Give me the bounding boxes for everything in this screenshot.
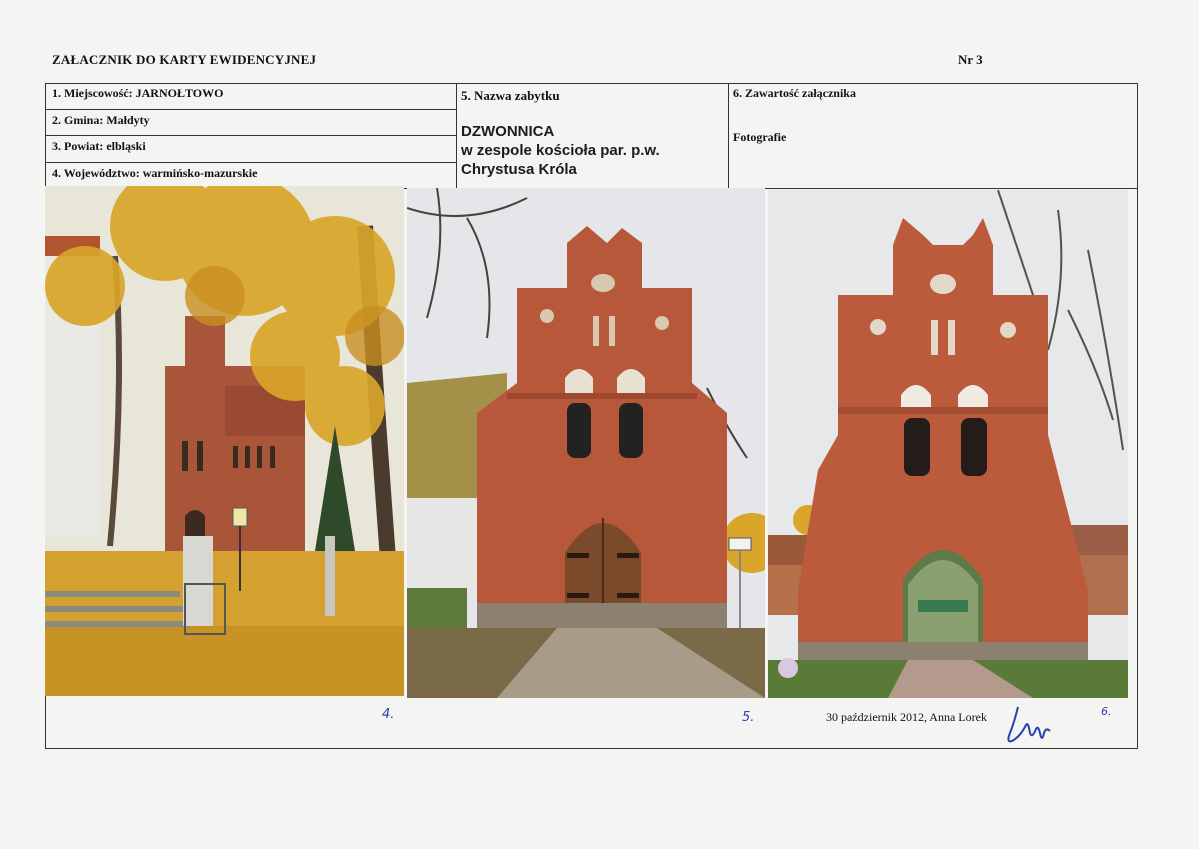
field-miejscowosc: 1. Miejscowość: JARNOŁTOWO bbox=[52, 86, 224, 100]
divider bbox=[728, 83, 729, 189]
document-title: ZAŁACZNIK DO KARTY EWIDENCYJNEJ bbox=[52, 52, 317, 67]
field-gmina: 2. Gmina: Małdyty bbox=[52, 113, 150, 127]
monument-name-line3: Chrystusa Króla bbox=[461, 161, 577, 178]
signature bbox=[1000, 703, 1060, 753]
field-wojewodztwo: 4. Województwo: warmińsko-mazurskie bbox=[52, 166, 258, 180]
photo-number-5: 5. bbox=[742, 710, 755, 725]
contents-label: 6. Zawartość załącznika bbox=[733, 86, 856, 100]
photo-number-6: 6. bbox=[1101, 705, 1112, 718]
monument-name-line2: w zespole kościoła par. p.w. bbox=[461, 142, 660, 159]
attachment-number: Nr 3 bbox=[958, 52, 983, 67]
divider bbox=[45, 162, 456, 163]
photo-bell-tower-archway bbox=[768, 190, 1128, 698]
divider bbox=[45, 135, 456, 136]
monument-name: DZWONNICA w zespole kościoła par. p.w. C… bbox=[461, 122, 660, 179]
monument-name-label: 5. Nazwa zabytku bbox=[461, 88, 560, 103]
monument-name-line1: DZWONNICA bbox=[461, 123, 555, 140]
photo-caption: 30 październik 2012, Anna Lorek bbox=[826, 710, 987, 724]
field-powiat: 3. Powiat: elbląski bbox=[52, 139, 146, 153]
photo-bell-tower-front bbox=[407, 188, 765, 698]
photo-number-4: 4. bbox=[382, 707, 395, 722]
photo-bell-tower-autumn bbox=[45, 186, 404, 696]
contents-value: Fotografie bbox=[733, 130, 787, 144]
divider bbox=[456, 83, 457, 189]
divider bbox=[45, 109, 456, 110]
